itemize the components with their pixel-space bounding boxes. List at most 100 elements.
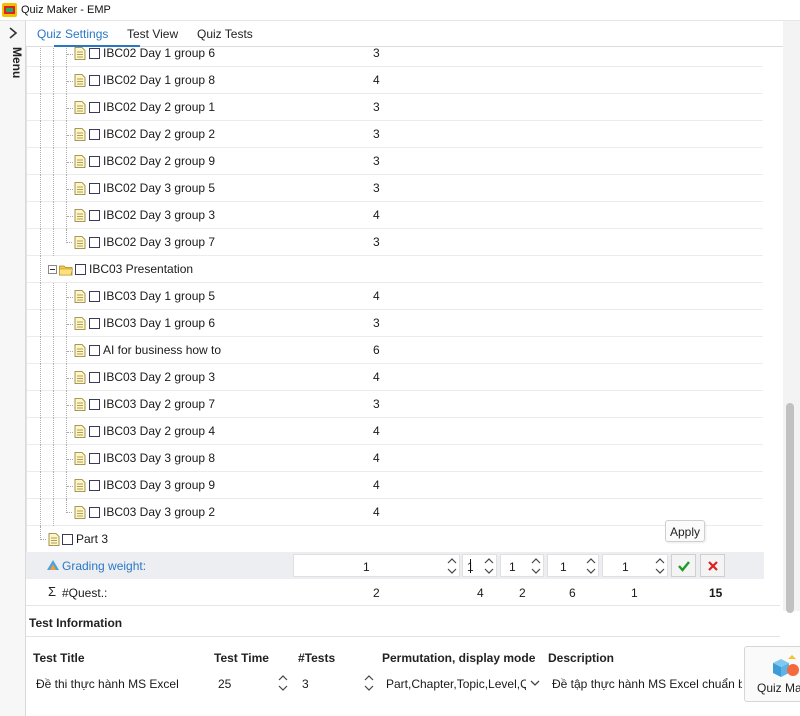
tree-row[interactable]: IBC02 Day 1 group 6 3 [27,47,763,67]
app-logo-icon [2,3,17,17]
checkbox[interactable] [89,453,100,464]
spinner-arrows-icon[interactable] [586,557,596,575]
spinner-arrows-icon[interactable] [447,557,457,575]
tree-row[interactable]: IBC02 Day 3 group 3 4 [27,202,763,229]
menu-label[interactable]: Menu [2,47,24,87]
field-value: 3 [302,677,309,691]
collapse-minus-icon[interactable] [48,265,57,274]
apply-button[interactable] [671,554,696,577]
scale-weight-icon [47,560,59,570]
row-count: 4 [373,451,380,465]
tree-row[interactable]: IBC03 Day 2 group 4 4 [27,418,763,445]
row-label: IBC02 Day 1 group 8 [103,73,216,87]
checkbox[interactable] [89,426,100,437]
tree-row[interactable]: IBC02 Day 1 group 8 4 [27,67,763,94]
checkbox[interactable] [89,102,100,113]
tree-row[interactable]: IBC02 Day 3 group 7 3 [27,229,763,256]
checkbox[interactable] [89,345,100,356]
spin-value: 1 [509,560,516,574]
tree-row[interactable]: IBC03 Day 2 group 7 3 [27,391,763,418]
quest-value: 1 [631,586,638,600]
document-icon [74,344,86,357]
row-label: IBC03 Presentation [89,262,194,276]
spin-value: 1 [622,560,629,574]
test-title-input[interactable]: Đề thi thực hành MS Excel [30,673,206,695]
checkbox[interactable] [89,129,100,140]
row-label: IBC02 Day 2 group 9 [103,154,216,168]
document-icon [74,317,86,330]
spin-value: 1 [560,560,567,574]
row-label: Part 3 [76,532,109,546]
row-count: 3 [373,127,380,141]
row-label: IBC03 Day 2 group 3 [103,370,216,384]
document-icon [74,398,86,411]
row-label: IBC02 Day 2 group 2 [103,127,216,141]
tab-test-view[interactable]: Test View [127,27,178,41]
tree-row[interactable]: AI for business how to 6 [27,337,763,364]
tree-part-row[interactable]: Part 3 [27,526,763,552]
grading-weight-input-1[interactable]: 1 [293,554,460,577]
chevron-right-icon[interactable] [7,26,19,40]
document-icon [74,506,86,519]
tree-row[interactable]: IBC02 Day 2 group 9 3 [27,148,763,175]
permutation-select[interactable]: Part,Chapter,Topic,Level,Q [382,673,544,695]
row-label: AI for business how to [103,343,222,357]
test-time-input[interactable]: 25 [212,673,292,695]
field-value: Part,Chapter,Topic,Level,Q [386,677,526,691]
grading-weight-input-5[interactable]: 1 [602,554,668,577]
tree-row[interactable]: IBC03 Day 1 group 6 3 [27,310,763,337]
menu-rail[interactable]: Menu [0,21,26,716]
checkbox[interactable] [89,480,100,491]
tree-row[interactable]: IBC03 Day 3 group 8 4 [27,445,763,472]
checkbox[interactable] [62,534,73,545]
checkbox[interactable] [89,237,100,248]
text-caret [470,559,471,573]
tab-quiz-settings[interactable]: Quiz Settings [37,27,108,41]
tests-count-input[interactable]: 3 [298,673,378,695]
row-count: 4 [373,73,380,87]
checkbox[interactable] [89,399,100,410]
vertical-scrollbar[interactable] [783,21,800,613]
spinner-arrows-icon[interactable] [531,557,541,575]
checkbox[interactable] [89,156,100,167]
quiz-maker-icon [773,655,799,677]
row-label: IBC03 Day 2 group 7 [103,397,216,411]
cancel-button[interactable] [700,554,725,577]
checkbox[interactable] [89,48,100,59]
question-tree: IBC02 Day 1 group 6 3 IBC02 Day 1 group … [26,47,780,552]
tree-row[interactable]: IBC03 Day 3 group 2 4 [27,499,763,526]
spinner-arrows-icon[interactable] [484,557,494,575]
field-value: Đề tập thực hành MS Excel chuẩn b [552,677,742,691]
spinner-arrows-icon[interactable] [278,673,288,693]
checkbox[interactable] [89,183,100,194]
tree-row[interactable]: IBC03 Day 1 group 5 4 [27,283,763,310]
tree-folder-row[interactable]: IBC03 Presentation [27,256,763,283]
spinner-arrows-icon[interactable] [364,673,374,693]
tree-row[interactable]: IBC02 Day 3 group 5 3 [27,175,763,202]
tree-row[interactable]: IBC02 Day 2 group 1 3 [27,94,763,121]
grading-weight-input-2[interactable]: 1 [462,554,497,577]
quest-value: 2 [519,586,526,600]
quiz-maker-button[interactable]: Quiz Ma [744,646,800,702]
checkbox[interactable] [89,291,100,302]
checkbox[interactable] [89,210,100,221]
checkbox[interactable] [89,372,100,383]
checkbox[interactable] [89,75,100,86]
row-label: IBC03 Day 1 group 5 [103,289,216,303]
row-label: IBC03 Day 3 group 2 [103,505,216,519]
grading-weight-input-3[interactable]: 1 [500,554,544,577]
document-icon [74,182,86,195]
tree-row[interactable]: IBC03 Day 3 group 9 4 [27,472,763,499]
folder-open-icon [59,265,73,276]
chevron-down-icon[interactable] [530,679,540,687]
tree-row[interactable]: IBC02 Day 2 group 2 3 [27,121,763,148]
description-input[interactable]: Đề tập thực hành MS Excel chuẩn b [548,673,744,695]
scrollbar-thumb[interactable] [786,403,794,613]
tab-quiz-tests[interactable]: Quiz Tests [197,27,253,41]
grading-weight-input-4[interactable]: 1 [547,554,599,577]
spinner-arrows-icon[interactable] [655,557,665,575]
checkbox[interactable] [89,318,100,329]
tree-row[interactable]: IBC03 Day 2 group 3 4 [27,364,763,391]
checkbox[interactable] [75,264,86,275]
checkbox[interactable] [89,507,100,518]
